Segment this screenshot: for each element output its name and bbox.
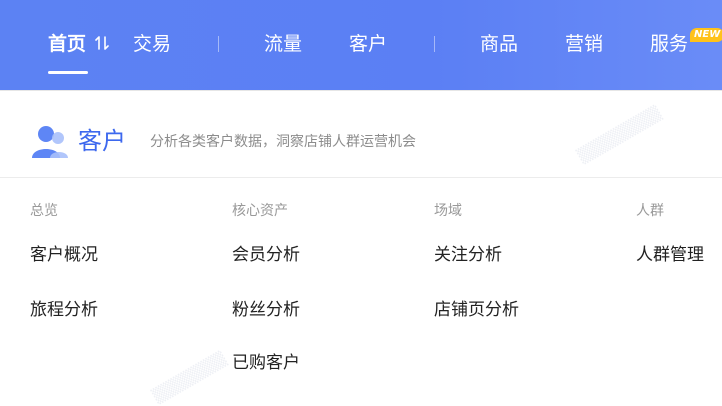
panel-title: 客户 (78, 127, 126, 155)
link-crowd-management[interactable]: 人群管理 (636, 243, 704, 267)
new-badge: NEW (690, 28, 722, 42)
column-heading-overview: 总览 (30, 203, 58, 219)
nav-item-customer[interactable]: 客户 (349, 30, 387, 58)
link-follow-analysis[interactable]: 关注分析 (434, 243, 502, 267)
nav-divider (218, 36, 219, 52)
nav-divider (434, 36, 435, 52)
link-fan-analysis[interactable]: 粉丝分析 (232, 298, 300, 322)
swap-icon[interactable] (95, 35, 109, 51)
top-navigation-bar: 首页 交易 流量 客户 商品 营销 服务 NEW (0, 0, 722, 90)
link-customer-overview[interactable]: 客户概况 (30, 243, 98, 267)
column-heading-crowd: 人群 (636, 203, 664, 219)
nav-item-product[interactable]: 商品 (480, 30, 518, 58)
nav-item-trade[interactable]: 交易 (133, 30, 171, 58)
nav-item-home[interactable]: 首页 (48, 30, 86, 58)
column-heading-core-assets: 核心资产 (232, 203, 288, 219)
nav-item-service[interactable]: 服务 (650, 30, 688, 58)
link-member-analysis[interactable]: 会员分析 (232, 243, 300, 267)
active-tab-indicator (48, 71, 88, 74)
column-heading-scenes: 场域 (434, 203, 462, 219)
link-purchased-customers[interactable]: 已购客户 (232, 351, 300, 375)
nav-item-traffic[interactable]: 流量 (264, 30, 302, 58)
link-journey-analysis[interactable]: 旅程分析 (30, 298, 98, 322)
link-shop-page-analysis[interactable]: 店铺页分析 (434, 298, 519, 322)
nav-item-marketing[interactable]: 营销 (565, 30, 603, 58)
customer-group-icon (32, 126, 68, 158)
panel-description: 分析各类客户数据，洞察店铺人群运营机会 (150, 134, 416, 150)
